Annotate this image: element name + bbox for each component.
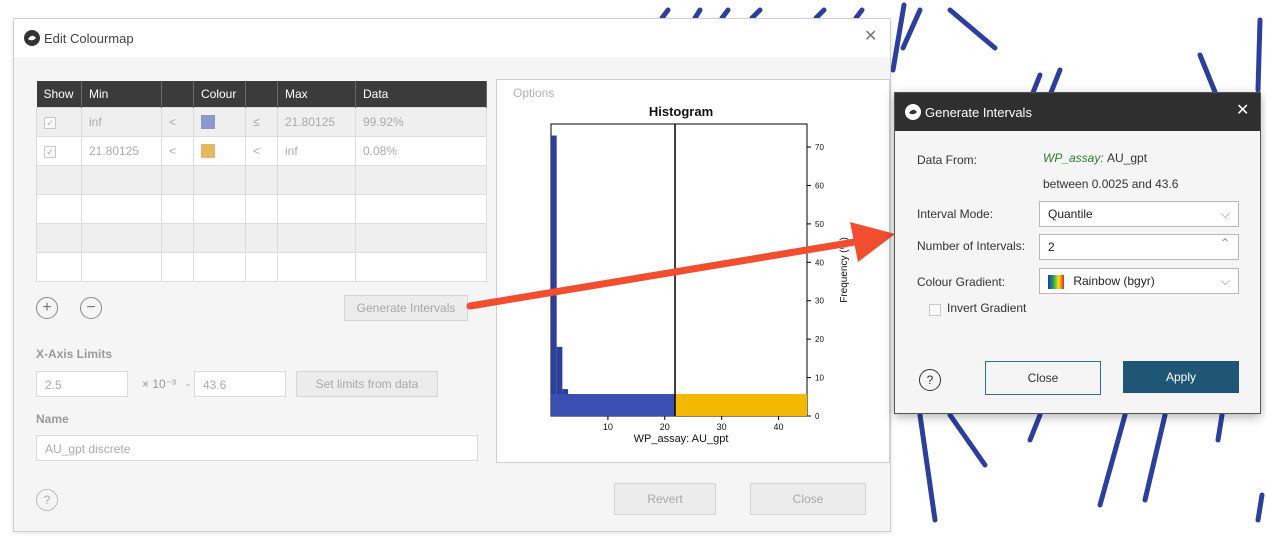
number-of-intervals-value: 2 [1048,240,1055,254]
chevron-down-icon: ⌵ [1220,274,1230,288]
chevron-down-icon: ⌵ [1220,207,1230,221]
number-of-intervals-label: Number of Intervals: [917,239,1026,253]
close-icon[interactable]: ✕ [1236,103,1249,119]
colour-gradient-select[interactable]: Rainbow (bgyr) ⌵ [1039,268,1239,294]
dialog-titlebar: Generate Intervals ✕ [895,93,1260,131]
interval-mode-label: Interval Mode: [917,207,994,221]
apply-button[interactable]: Apply [1123,361,1239,393]
invert-gradient-checkbox[interactable] [929,304,941,316]
data-from-column: AU_gpt [1107,151,1148,165]
interval-mode-select[interactable]: Quantile ⌵ [1039,201,1239,227]
help-icon[interactable]: ? [919,369,941,391]
data-from-label: Data From: [917,153,978,167]
data-range-text: between 0.0025 and 43.6 [1043,177,1179,191]
colour-gradient-value: Rainbow (bgyr) [1073,274,1155,288]
chevron-up-icon[interactable]: ⌃ [1220,231,1230,255]
app-logo-icon [905,104,921,120]
data-from-source: WP_assay: [1043,151,1104,165]
invert-gradient-label: Invert Gradient [947,301,1027,315]
close-button[interactable]: Close [985,361,1101,395]
interval-mode-value: Quantile [1048,207,1093,221]
generate-intervals-dialog: Generate Intervals ✕ Data From: WP_assay… [894,92,1261,414]
dialog-title: Generate Intervals [925,105,1032,120]
rainbow-gradient-icon [1048,274,1064,289]
number-of-intervals-stepper[interactable]: 2 ⌃ [1039,234,1239,260]
colour-gradient-label: Colour Gradient: [917,275,1006,289]
